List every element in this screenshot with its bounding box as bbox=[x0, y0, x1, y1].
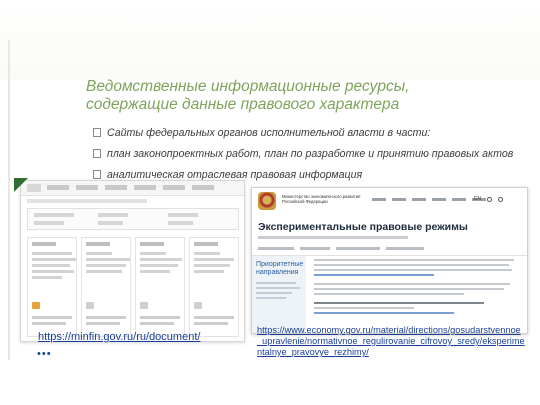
minfin-screenshot bbox=[20, 180, 245, 342]
ministry-name: Министерство экономического развития Рос… bbox=[282, 194, 361, 204]
bullet-text: план законопроектных работ, план по разр… bbox=[107, 148, 514, 160]
minfin-site-header bbox=[21, 181, 244, 196]
language-switch: EN bbox=[474, 196, 481, 202]
economy-tabs bbox=[252, 243, 527, 256]
slide: Ведомственные информационные ресурсы, со… bbox=[0, 0, 540, 405]
minfin-filter-panel bbox=[27, 208, 239, 230]
document-icon bbox=[140, 302, 148, 309]
bullet-text: Сайты федеральных органов исполнительной… bbox=[107, 127, 431, 139]
document-card bbox=[27, 237, 77, 337]
economy-site-header: Министерство экономического развития Рос… bbox=[252, 188, 527, 214]
document-icon bbox=[86, 302, 94, 309]
header-actions: EN bbox=[474, 196, 503, 202]
document-card bbox=[189, 237, 239, 337]
economy-breadcrumb bbox=[258, 236, 408, 239]
bullet-item: план законопроектных работ, план по разр… bbox=[93, 148, 523, 167]
corner-marker bbox=[14, 178, 28, 192]
minfin-link[interactable]: https://minfin.gov.ru/ru/document/ bbox=[38, 331, 200, 343]
slide-title-line-2: содержащие данные правового характера bbox=[86, 96, 400, 113]
eye-icon bbox=[486, 196, 492, 202]
bullet-box-icon bbox=[93, 170, 101, 179]
coat-of-arms-icon bbox=[258, 192, 276, 210]
slide-title: Ведомственные информационные ресурсы, со… bbox=[86, 78, 506, 114]
economy-sidebar: Приоритетные направления bbox=[252, 256, 306, 333]
slide-title-line-1: Ведомственные информационные ресурсы, bbox=[86, 78, 410, 95]
economy-link[interactable]: https://www.economy.gov.ru/material/dire… bbox=[257, 325, 525, 358]
minfin-document-cards bbox=[27, 237, 239, 337]
decorative-rule bbox=[8, 40, 10, 360]
minfin-logo bbox=[27, 184, 41, 192]
minfin-link-tail: ••• bbox=[37, 348, 52, 360]
document-icon bbox=[194, 302, 202, 309]
document-card bbox=[81, 237, 131, 337]
bullet-box-icon bbox=[93, 128, 101, 137]
header-band bbox=[0, 0, 540, 80]
minfin-breadcrumb bbox=[27, 199, 147, 203]
economy-top-nav bbox=[372, 198, 486, 201]
economy-page-title: Экспериментальные правовые режимы bbox=[258, 221, 468, 233]
economy-article-body bbox=[314, 259, 520, 317]
bullet-item: Сайты федеральных органов исполнительной… bbox=[93, 127, 523, 146]
sidebar-title: Приоритетные направления bbox=[256, 261, 304, 276]
search-icon bbox=[497, 196, 503, 202]
economy-screenshot: Министерство экономического развития Рос… bbox=[251, 187, 528, 334]
document-card bbox=[135, 237, 185, 337]
bullet-box-icon bbox=[93, 149, 101, 158]
minfin-nav bbox=[47, 185, 214, 191]
folder-icon bbox=[32, 302, 40, 309]
